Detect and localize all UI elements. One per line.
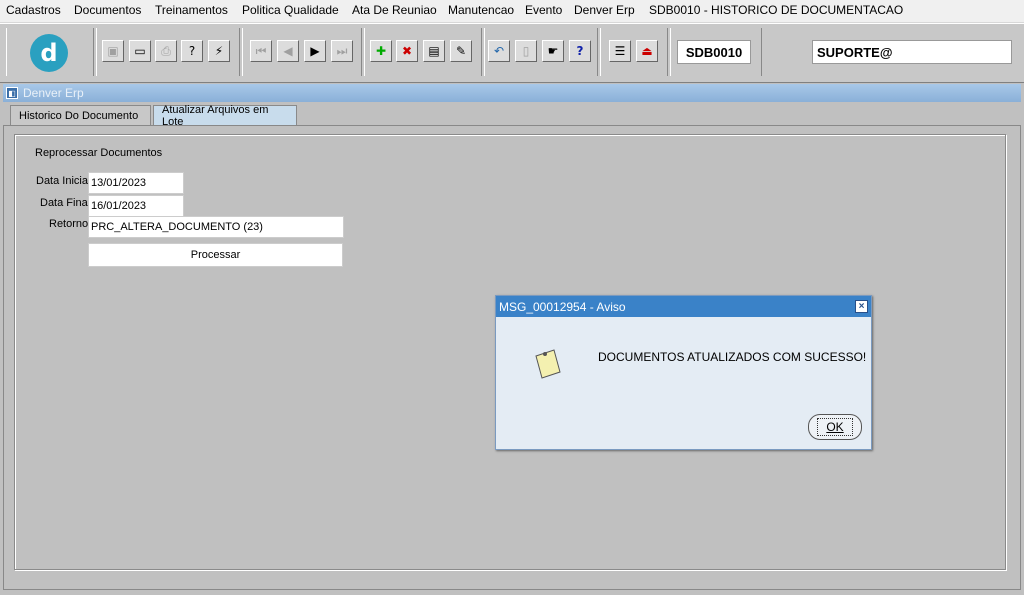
alert-dialog: MSG_00012954 - Aviso × DOCUMENTOS ATUALI… bbox=[495, 295, 872, 450]
window-icon[interactable]: ▭ bbox=[129, 40, 151, 62]
screen-title: SDB0010 - HISTORICO DE DOCUMENTACAO bbox=[649, 3, 904, 17]
ok-button-label: OK bbox=[817, 418, 853, 436]
window-title: Denver Erp bbox=[23, 86, 84, 100]
next-record-icon[interactable]: ▶ bbox=[304, 40, 326, 62]
dialog-titlebar: MSG_00012954 - Aviso × bbox=[496, 296, 871, 317]
menu-documentos[interactable]: Documentos bbox=[74, 3, 141, 17]
close-icon[interactable]: × bbox=[855, 300, 868, 313]
menu-ata-de-reuniao[interactable]: Ata De Reuniao bbox=[352, 3, 437, 17]
data-inicial-input[interactable]: 13/01/2023 bbox=[88, 172, 184, 194]
window-icon-small: ◧ bbox=[6, 87, 18, 99]
help-icon[interactable]: ? bbox=[569, 40, 591, 62]
menu-manutencao[interactable]: Manutencao bbox=[448, 3, 514, 17]
toolbar: d ▣ ▭ ⎙ ? ⚡ ⏮ ◀ ▶ ⏭ ✚ ✖ ▤ ✎ ↶ ▯ ☛ ? ☰ ⏏ … bbox=[0, 23, 1024, 83]
clipboard-icon[interactable]: ▯ bbox=[515, 40, 537, 62]
menu-politica-qualidade[interactable]: Politica Qualidade bbox=[242, 3, 339, 17]
clear-record-icon[interactable]: ▤ bbox=[423, 40, 445, 62]
menu-cadastros[interactable]: Cadastros bbox=[6, 3, 61, 17]
retorno-field[interactable]: PRC_ALTERA_DOCUMENTO (23) bbox=[88, 216, 344, 238]
menu-evento[interactable]: Evento bbox=[525, 3, 562, 17]
dialog-message: DOCUMENTOS ATUALIZADOS COM SUCESSO! bbox=[598, 350, 867, 364]
menu-icon[interactable]: ☰ bbox=[609, 40, 631, 62]
user-field: SUPORTE@ bbox=[812, 40, 1012, 64]
edit-record-icon[interactable]: ✎ bbox=[450, 40, 472, 62]
denver-logo: d bbox=[30, 34, 68, 72]
retorno-label: Retorno bbox=[49, 218, 89, 230]
data-inicial-label: Data Inicial bbox=[36, 175, 91, 187]
tab-atualizar-arquivos-lote[interactable]: Atualizar Arquivos em Lote bbox=[153, 104, 297, 128]
exit-icon[interactable]: ⏏ bbox=[636, 40, 658, 62]
save-icon[interactable]: ▣ bbox=[102, 40, 124, 62]
section-title: Reprocessar Documentos bbox=[35, 147, 163, 159]
previous-record-icon[interactable]: ◀ bbox=[277, 40, 299, 62]
print-icon[interactable]: ⎙ bbox=[155, 40, 177, 62]
query-icon[interactable]: ? bbox=[181, 40, 203, 62]
processar-button[interactable]: Processar bbox=[88, 243, 343, 267]
insert-record-icon[interactable]: ✚ bbox=[370, 40, 392, 62]
tools-icon[interactable]: ☛ bbox=[542, 40, 564, 62]
execute-query-icon[interactable]: ⚡ bbox=[208, 40, 230, 62]
first-record-icon[interactable]: ⏮ bbox=[250, 40, 272, 62]
delete-record-icon[interactable]: ✖ bbox=[396, 40, 418, 62]
menu-treinamentos[interactable]: Treinamentos bbox=[155, 3, 228, 17]
menu-denver-erp[interactable]: Denver Erp bbox=[574, 3, 635, 17]
last-record-icon[interactable]: ⏭ bbox=[331, 40, 353, 62]
note-icon bbox=[535, 349, 561, 379]
data-final-label: Data Final bbox=[40, 197, 91, 209]
window-titlebar: ◧ Denver Erp bbox=[3, 84, 1021, 102]
tab-historico-documento[interactable]: Historico Do Documento bbox=[10, 105, 151, 125]
data-final-input[interactable]: 16/01/2023 bbox=[88, 195, 184, 217]
dialog-title: MSG_00012954 - Aviso bbox=[499, 300, 626, 314]
ok-button[interactable]: OK bbox=[808, 414, 862, 440]
menu-bar: Cadastros Documentos Treinamentos Politi… bbox=[0, 0, 1024, 23]
form-code-field: SDB0010 bbox=[677, 40, 751, 64]
undo-icon[interactable]: ↶ bbox=[488, 40, 510, 62]
